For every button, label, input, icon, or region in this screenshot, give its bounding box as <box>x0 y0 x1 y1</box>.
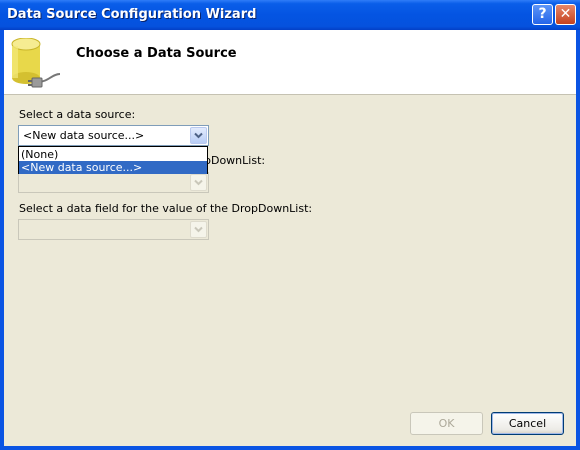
cancel-button[interactable]: Cancel <box>491 412 564 435</box>
dropdown-option-none[interactable]: (None) <box>19 148 207 161</box>
dropdown-option-new-data-source[interactable]: <New data source...> <box>19 161 207 174</box>
display-field-select <box>18 172 209 193</box>
window-title: Data Source Configuration Wizard <box>7 7 257 22</box>
data-source-label: Select a data source: <box>19 108 136 121</box>
ok-button[interactable]: OK <box>410 412 483 435</box>
value-field-label: Select a data field for the value of the… <box>19 202 313 215</box>
data-source-select[interactable]: <New data source...> <box>18 125 209 146</box>
close-button[interactable]: ✕ <box>555 4 576 25</box>
data-source-dropdown-list[interactable]: (None) <New data source...> <box>18 146 208 174</box>
help-button[interactable]: ? <box>532 4 553 25</box>
display-field-dropdown-button <box>190 174 207 191</box>
wizard-header: Choose a Data Source <box>4 30 576 95</box>
data-source-selected-value: <New data source...> <box>23 129 145 142</box>
database-plug-icon <box>11 38 61 88</box>
chevron-down-icon <box>194 226 203 233</box>
value-field-dropdown-button <box>190 221 207 238</box>
wizard-window: Data Source Configuration Wizard ? ✕ Cho… <box>0 0 580 450</box>
chevron-down-icon <box>194 132 203 139</box>
display-field-label: pDownList: <box>204 154 266 167</box>
title-bar[interactable]: Data Source Configuration Wizard ? ✕ <box>0 0 580 30</box>
chevron-down-icon <box>194 179 203 186</box>
dialog-body: Choose a Data Source Select a data sourc… <box>4 30 576 446</box>
page-title: Choose a Data Source <box>76 46 237 61</box>
value-field-select <box>18 219 209 240</box>
data-source-dropdown-button[interactable] <box>190 127 207 144</box>
